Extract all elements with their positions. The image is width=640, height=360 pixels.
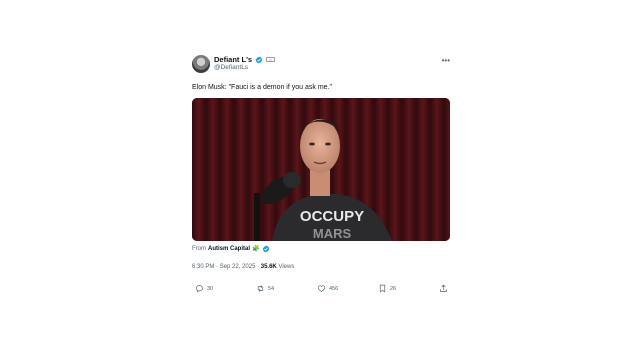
share-button[interactable] xyxy=(439,284,448,293)
tweet-card[interactable]: Defiant L's ▭ @DefiantLs ••• Elon Musk: … xyxy=(192,52,452,302)
tweet-actions: 30 54 456 26 xyxy=(192,284,450,296)
author-display-name[interactable]: Defiant L's xyxy=(214,55,252,64)
author-handle[interactable]: @DefiantLs xyxy=(214,64,248,72)
verified-badge-icon xyxy=(255,56,263,63)
views-count: 35.6K xyxy=(260,264,277,270)
puzzle-emoji: 🧩 xyxy=(252,246,260,252)
bookmark-count: 26 xyxy=(390,285,397,292)
tweet-time[interactable]: 6:30 PM xyxy=(192,264,214,270)
from-prefix: From xyxy=(192,246,206,252)
tweet-header: Defiant L's ▭ @DefiantLs ••• xyxy=(192,52,452,76)
heart-icon xyxy=(317,285,326,292)
from-attribution: From Autism Capital 🧩 xyxy=(192,245,270,253)
repost-button[interactable]: 54 xyxy=(256,284,274,293)
like-count: 456 xyxy=(329,285,339,292)
meta-separator-2: · xyxy=(257,264,260,270)
from-account-link[interactable]: Autism Capital xyxy=(208,245,250,253)
shirt-text-line1: OCCUPY xyxy=(300,208,364,225)
repost-icon xyxy=(257,285,264,292)
reply-button[interactable]: 30 xyxy=(195,284,213,293)
affiliate-badge-icon: ▭ xyxy=(266,57,276,62)
bookmark-button[interactable]: 26 xyxy=(378,284,396,293)
tweet-text: Elon Musk: "Fauci is a demon if you ask … xyxy=(192,84,332,91)
tweet-meta: 6:30 PM · Sep 22, 2025 · 35.6K Views xyxy=(192,263,294,271)
shirt-text-line2: MARS xyxy=(313,226,352,241)
tweet-date[interactable]: Sep 22, 2025 xyxy=(220,264,256,270)
views-label: Views xyxy=(278,264,295,270)
meta-separator: · xyxy=(216,264,219,270)
video-frame: OCCUPY MARS xyxy=(192,98,450,241)
share-icon xyxy=(440,284,447,292)
repost-count: 54 xyxy=(268,285,275,292)
reply-count: 30 xyxy=(207,285,214,292)
avatar[interactable] xyxy=(192,55,210,73)
tweet-video[interactable]: OCCUPY MARS xyxy=(192,98,450,241)
reply-icon xyxy=(196,285,203,293)
from-verified-badge-icon xyxy=(262,245,269,253)
bookmark-icon xyxy=(379,284,386,293)
author-name-row: Defiant L's ▭ xyxy=(214,55,276,64)
like-button[interactable]: 456 xyxy=(317,284,338,293)
more-options-icon[interactable]: ••• xyxy=(442,56,450,65)
